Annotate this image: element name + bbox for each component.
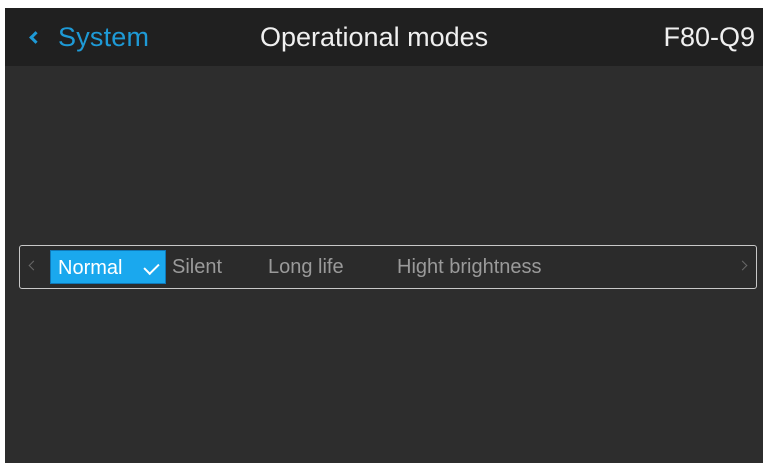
- page-title: Operational modes: [260, 22, 489, 52]
- check-icon: [143, 258, 160, 276]
- mode-option-label: Long life: [268, 256, 344, 278]
- mode-option-silent[interactable]: Silent: [172, 250, 222, 284]
- device-name: F80-Q9: [663, 22, 755, 52]
- mode-option-label: Normal: [58, 257, 123, 279]
- back-to-system-button[interactable]: System: [23, 18, 149, 56]
- mode-option-label: Hight brightness: [397, 256, 542, 278]
- operational-modes-screen: System Operational modes F80-Q9 Normal S…: [5, 8, 763, 463]
- back-label: System: [58, 22, 150, 52]
- mode-option-label: Silent: [172, 256, 223, 278]
- mode-option-hight-brightness[interactable]: Hight brightness: [397, 250, 542, 284]
- mode-selector[interactable]: Normal Silent Long life Hight brightness: [19, 245, 757, 289]
- header-bar: System Operational modes F80-Q9: [5, 8, 763, 66]
- scroll-left-icon[interactable]: [28, 260, 39, 271]
- chevron-left-icon: [29, 30, 42, 44]
- mode-option-long-life[interactable]: Long life: [268, 250, 344, 284]
- scroll-right-icon[interactable]: [737, 260, 748, 271]
- mode-option-normal[interactable]: Normal: [50, 250, 166, 284]
